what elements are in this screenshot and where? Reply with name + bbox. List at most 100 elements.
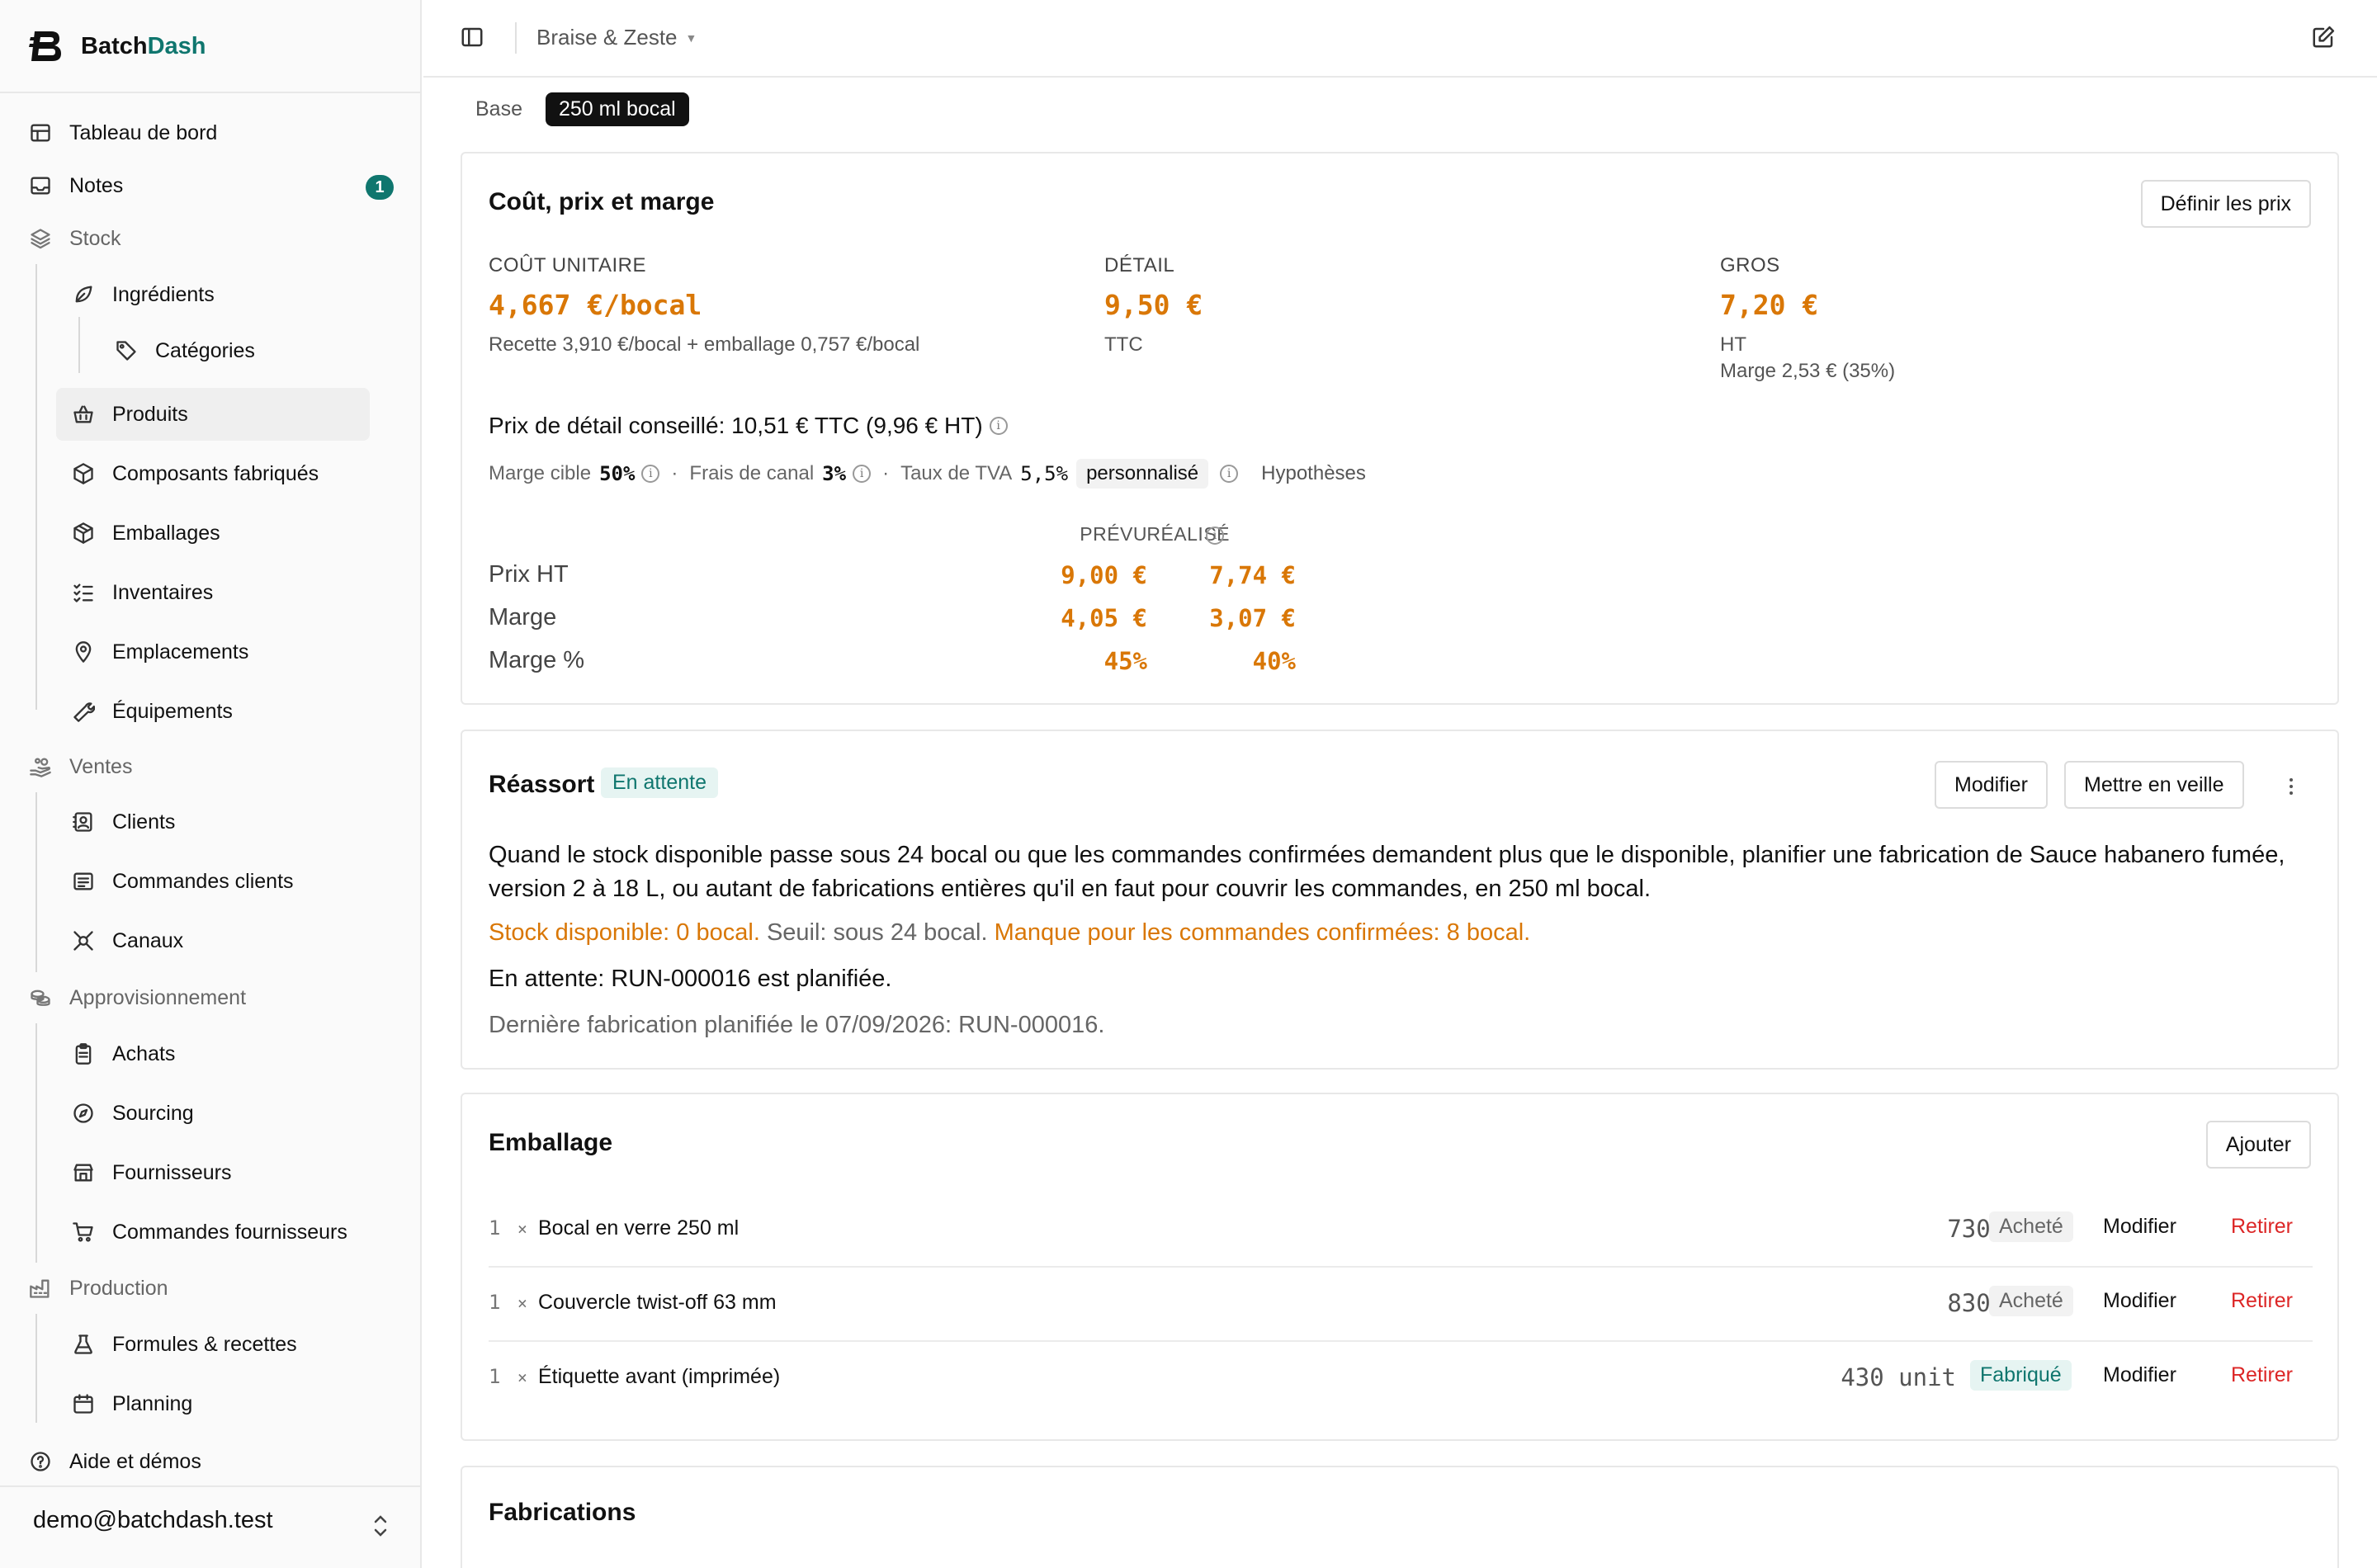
nav-locations[interactable]: Emplacements xyxy=(71,632,248,672)
edit-link[interactable]: Modifier xyxy=(2103,1215,2176,1239)
edit-link[interactable]: Modifier xyxy=(2103,1289,2176,1313)
nav-label: Tableau de bord xyxy=(69,120,218,144)
more-vertical-icon[interactable] xyxy=(2281,774,2301,799)
brand[interactable]: BatchDash xyxy=(28,25,206,68)
nav-purchases[interactable]: Achats xyxy=(71,1034,175,1074)
tree-line-stock xyxy=(35,264,37,710)
nav-products[interactable]: Produits xyxy=(71,394,188,434)
inbox-icon xyxy=(28,173,53,198)
pause-restock-button[interactable]: Mettre en veille xyxy=(2064,761,2244,809)
list-icon xyxy=(71,869,96,894)
add-packaging-button[interactable]: Ajouter xyxy=(2205,1121,2311,1169)
production-runs-card: Fabrications xyxy=(461,1466,2339,1568)
channel-fees-label: Frais de canal xyxy=(689,462,815,484)
caret-down-icon: ▼ xyxy=(685,31,697,45)
margin-planned: 4,05 € xyxy=(1061,604,1147,632)
tree-line-ventes xyxy=(35,792,37,972)
sidebar-toggle-icon[interactable] xyxy=(460,25,484,50)
nav-group-production[interactable]: Production xyxy=(28,1268,168,1308)
restock-stock-status: Stock disponible: 0 bocal. Seuil: sous 2… xyxy=(489,916,1530,950)
package-icon xyxy=(71,521,96,545)
price-ht-planned: 9,00 € xyxy=(1061,561,1147,589)
edit-restock-button[interactable]: Modifier xyxy=(1935,761,2048,809)
table-icon xyxy=(28,120,53,145)
cart-icon xyxy=(71,1220,96,1244)
compass-icon xyxy=(71,1101,96,1126)
packaging-name: Étiquette avant (imprimée) xyxy=(538,1365,781,1388)
edit-icon[interactable] xyxy=(2311,25,2336,50)
set-prices-button[interactable]: Définir les prix xyxy=(2140,180,2311,228)
nav-packaging[interactable]: Emballages xyxy=(71,513,220,553)
separator-dot: · xyxy=(882,462,890,484)
nav-categories[interactable]: Catégories xyxy=(114,331,255,371)
assumptions-link[interactable]: Hypothèses xyxy=(1261,462,1366,485)
packaging-name: Bocal en verre 250 ml xyxy=(538,1216,740,1240)
nav-label: Emplacements xyxy=(112,640,249,664)
tab-base[interactable]: Base xyxy=(462,92,536,126)
nav-customer-orders[interactable]: Commandes clients xyxy=(71,862,294,901)
nav-suppliers[interactable]: Fournisseurs xyxy=(71,1153,232,1193)
suggested-retail-price: Prix de détail conseillé: 10,51 € TTC (9… xyxy=(489,413,1008,439)
info-icon[interactable]: i xyxy=(853,465,872,483)
nav-label: Ingrédients xyxy=(112,282,215,306)
nav-customers[interactable]: Clients xyxy=(71,802,175,842)
nav-notes[interactable]: Notes xyxy=(28,166,123,205)
chevrons-up-down-icon[interactable] xyxy=(370,1512,391,1540)
tag-icon xyxy=(114,338,139,363)
wholesale-value: 7,20 € xyxy=(1720,289,1819,321)
nav-ingredients[interactable]: Ingrédients xyxy=(71,275,215,314)
nav-dashboard[interactable]: Tableau de bord xyxy=(28,113,217,153)
workspace-name: Braise & Zeste xyxy=(536,25,678,50)
source-tag: Acheté xyxy=(1989,1211,2073,1242)
remove-link[interactable]: Retirer xyxy=(2231,1289,2293,1313)
wholesale-label: GROS xyxy=(1720,254,1780,276)
price-ht-actual: 7,74 € xyxy=(1209,561,1296,589)
user-email[interactable]: demo@batchdash.test xyxy=(33,1507,273,1534)
nav-formulas[interactable]: Formules & recettes xyxy=(71,1325,297,1364)
nav-label: Approvisionnement xyxy=(69,985,247,1009)
cost-price-margin-card: Coût, prix et marge Définir les prix COÛ… xyxy=(461,152,2339,705)
nav-label: Clients xyxy=(112,810,176,834)
card-title: Coût, prix et marge xyxy=(489,188,715,215)
help-circle-icon xyxy=(28,1449,53,1474)
variant-tabs: Base 250 ml bocal xyxy=(462,92,699,126)
factory-icon xyxy=(28,1276,53,1301)
wholesale-tax-note: HT xyxy=(1720,333,1746,356)
nav-help[interactable]: Aide et démos xyxy=(28,1442,201,1481)
nav-label: Emballages xyxy=(112,521,220,545)
remove-link[interactable]: Retirer xyxy=(2231,1363,2293,1387)
nav-equipment[interactable]: Équipements xyxy=(71,692,233,731)
info-icon[interactable]: i xyxy=(641,465,660,483)
status-badge: En attente xyxy=(601,767,718,798)
clipboard-icon xyxy=(71,1041,96,1066)
tree-line-production xyxy=(35,1314,37,1423)
nav-label: Formules & recettes xyxy=(112,1332,297,1356)
workspace-switcher[interactable]: Braise & Zeste ▼ xyxy=(536,25,697,50)
nav-sourcing[interactable]: Sourcing xyxy=(71,1093,194,1133)
info-icon[interactable]: i xyxy=(1206,527,1224,545)
card-title: Emballage xyxy=(489,1129,613,1156)
row-label-margin-pct: Marge % xyxy=(489,647,585,673)
row-label-price-ht: Prix HT xyxy=(489,561,569,588)
qty: 1 × xyxy=(489,1291,527,1314)
stock-qty: 430 unit xyxy=(1841,1363,1956,1391)
restock-last-run: Dernière fabrication planifiée le 07/09/… xyxy=(489,1012,1105,1038)
nav-inventories[interactable]: Inventaires xyxy=(71,573,213,612)
info-icon[interactable]: i xyxy=(1220,465,1239,483)
retail-tax-note: TTC xyxy=(1104,333,1143,356)
restock-rule-description: Quand le stock disponible passe sous 24 … xyxy=(489,842,2285,902)
nav-group-supply[interactable]: Approvisionnement xyxy=(28,978,246,1018)
remove-link[interactable]: Retirer xyxy=(2231,1215,2293,1239)
info-icon[interactable]: i xyxy=(989,417,1008,435)
tab-250ml-jar[interactable]: 250 ml bocal xyxy=(545,92,689,126)
nav-channels[interactable]: Canaux xyxy=(71,921,183,961)
nav-made-components[interactable]: Composants fabriqués xyxy=(71,454,319,494)
qty: 1 × xyxy=(489,1216,527,1240)
nav-label: Fournisseurs xyxy=(112,1160,232,1184)
nav-supplier-orders[interactable]: Commandes fournisseurs xyxy=(71,1212,347,1252)
edit-link[interactable]: Modifier xyxy=(2103,1363,2176,1387)
channel-fees-value: 3% xyxy=(822,462,847,485)
nav-group-stock[interactable]: Stock xyxy=(28,219,121,258)
nav-planning[interactable]: Planning xyxy=(71,1384,192,1424)
nav-group-sales[interactable]: Ventes xyxy=(28,747,132,786)
